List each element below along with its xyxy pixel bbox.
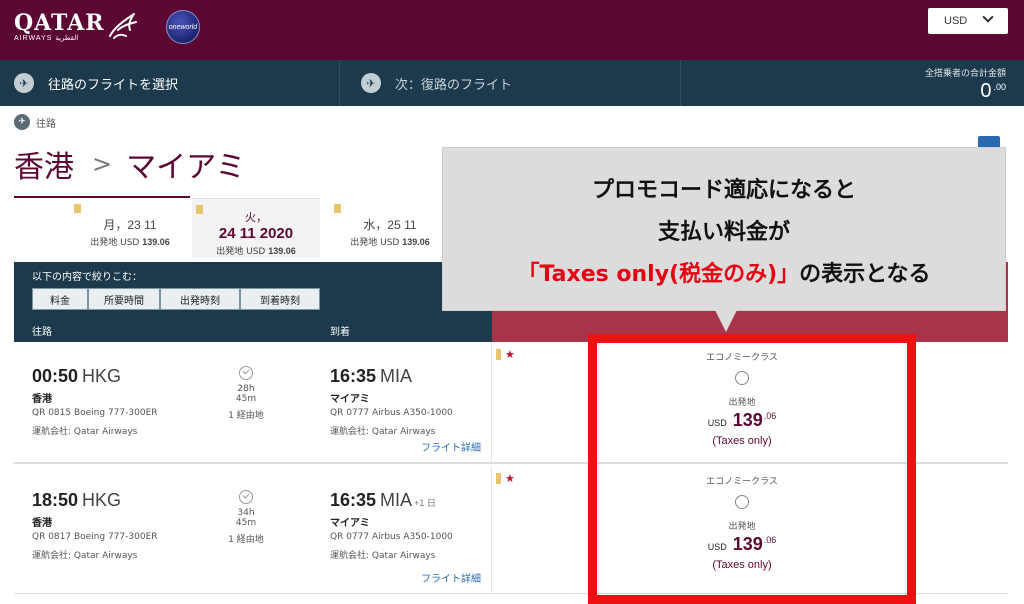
departure-city: 香港 [32,518,52,529]
flight-info: 00:50 HKG 香港 QR 0815 Boeing 777-300ER 運航会… [14,342,492,462]
departure-time: 18:50 HKG [32,490,122,510]
flight-info: 18:50 HKG 香港 QR 0817 Boeing 777-300ER 運航会… [14,466,492,593]
date-tab-next[interactable]: 水，25 11 出発地 USD 139.06 [330,198,450,258]
flight-details-link[interactable]: フライト詳細 [421,439,481,454]
fare-marks: ★ [496,348,515,361]
next-day: +1 日 [414,498,436,508]
callout-line-2: 支払い料金が [657,220,790,245]
filter-bar: 以下の内容で絞りこむ： 料金 所要時間 出発時刻 到着時刻 [14,262,492,318]
route-separator: > [92,150,113,178]
arrival-operator: 運航会社: Qatar Airways [330,427,436,437]
total-cents: .00 [993,82,1006,92]
highlight-frame [588,334,916,604]
bookmark-icon [496,473,501,484]
outbound-text: 往路 [36,118,56,130]
arrival-city: マイアミ [330,518,370,529]
sort-departure-button[interactable]: 出発時刻 [160,288,240,310]
duration: 28h 45m 1 経由地 [226,366,266,421]
callout-line-3: 「Taxes only(税金のみ)」の表示となる [443,256,1005,288]
route-title: 香港 > マイアミ [14,142,246,186]
clock-icon [239,366,253,380]
callout-line-1: プロモコード適応になると [591,178,856,203]
date-tab-prev[interactable]: 月，23 11 出発地 USD 139.06 [70,198,190,258]
booking-steps-bar: ✈ 往路のフライトを選択 ✈ 次：復路のフライト 全搭乗者の合計金額 0.00 [0,60,1024,106]
total-price: 全搭乗者の合計金額 0.00 [925,66,1006,103]
arrival-time: 16:35 MIA [330,366,413,386]
star-icon: ★ [505,472,515,485]
sort-arrival-button[interactable]: 到着時刻 [240,288,320,310]
route-destination: マイアミ [126,150,246,185]
date-tab-price: 出発地 USD 139.06 [216,246,296,257]
step-return[interactable]: ✈ 次：復路のフライト [341,60,681,106]
date-tab-selected[interactable]: 火， 24 11 2020 出発地 USD 139.06 [192,198,320,258]
col-departure: 往路 [32,327,52,338]
top-header: QATAR AIRWAYS القطرية oneworld USD [0,0,1024,60]
stops-text: 1 経由地 [228,535,264,545]
route-origin: 香港 [14,150,74,185]
bookmark-icon [334,204,341,213]
plane-icon: ✈ [361,73,381,93]
sort-price-button[interactable]: 料金 [32,288,88,310]
duration-text: 28h 45m [235,384,257,404]
star-icon: ★ [505,348,515,361]
date-tab-day: 火， [245,211,267,224]
step-outbound-label: 往路のフライトを選択 [48,77,179,93]
callout-rest: の表示となる [799,262,931,287]
plane-icon: ✈ [14,114,30,130]
arrival-code: MIA [380,366,413,386]
sort-buttons: 料金 所要時間 出発時刻 到着時刻 [32,288,320,310]
departure-code: HKG [82,490,122,510]
clock-icon [239,490,253,504]
bookmark-icon [196,205,203,214]
step-outbound[interactable]: ✈ 往路のフライトを選択 [0,60,340,106]
arrival-city: マイアミ [330,394,370,405]
currency-value: USD [944,15,968,27]
total-value: 0.00 [980,80,1006,102]
departure-time: 00:50 HKG [32,366,122,386]
duration-text: 34h 45m [235,508,257,528]
callout-highlight: 「Taxes only(税金のみ)」 [517,262,800,287]
date-tab-price: 出発地 USD 139.06 [90,237,170,248]
date-tab-date: 24 11 2020 [218,225,294,242]
qatar-airways-logo[interactable]: QATAR AIRWAYS القطرية [14,10,105,42]
filter-label: 以下の内容で絞りこむ： [32,272,142,283]
arrival-operator: 運航会社: Qatar Airways [330,551,436,561]
chevron-down-icon [982,11,994,23]
departure-code: HKG [82,366,122,386]
flight-details-link[interactable]: フライト詳細 [421,570,481,585]
arrival-flight: QR 0777 Airbus A350-1000 [330,532,453,542]
currency-select[interactable]: USD [928,8,1008,34]
arrival-flight: QR 0777 Airbus A350-1000 [330,408,453,418]
departure-city: 香港 [32,394,52,405]
operator: 運航会社: Qatar Airways [32,427,138,437]
arrival-time: 16:35 MIA +1 日 [330,490,436,510]
column-headers: 往路 到着 [14,318,492,342]
step-return-label: 次：復路のフライト [395,77,513,93]
stops-text: 1 経由地 [228,411,264,421]
duration: 34h 45m 1 経由地 [226,490,266,545]
oryx-icon [109,13,137,39]
sort-duration-button[interactable]: 所要時間 [88,288,160,310]
date-tab-date: 月，23 11 [103,218,157,232]
outbound-label: ✈ 往路 [14,114,56,130]
flight-number: QR 0815 Boeing 777-300ER [32,408,158,418]
date-tab-price: 出発地 USD 139.06 [350,237,430,248]
operator: 運航会社: Qatar Airways [32,551,138,561]
logo-wordmark: QATAR [14,10,105,36]
plane-icon: ✈ [14,73,34,93]
annotation-callout: プロモコード適応になると 支払い料金が 「Taxes only(税金のみ)」の表… [443,148,1005,332]
fare-marks: ★ [496,472,515,485]
arrival-code: MIA [380,490,413,510]
oneworld-logo: oneworld [166,10,200,44]
date-tab-date: 水，25 11 [363,218,417,232]
flight-number: QR 0817 Boeing 777-300ER [32,532,158,542]
col-arrival: 到着 [330,327,350,338]
bookmark-icon [496,349,501,360]
total-label: 全搭乗者の合計金額 [924,69,1006,79]
bookmark-icon [74,204,81,213]
